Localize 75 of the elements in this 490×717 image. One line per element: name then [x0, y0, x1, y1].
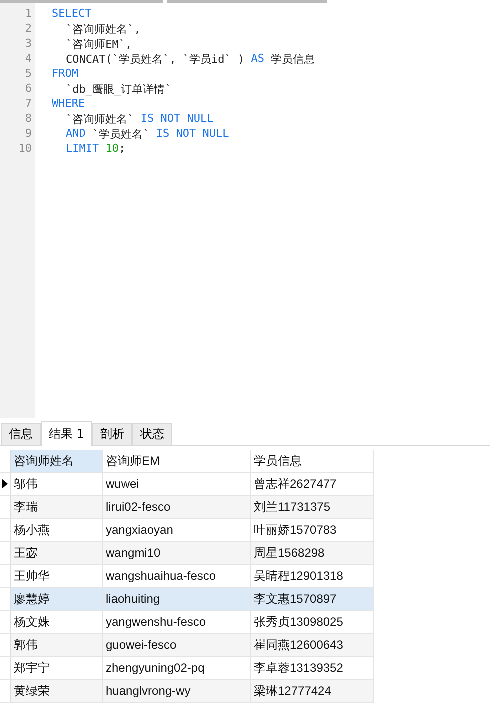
table-cell: 李文惠1570897	[251, 588, 374, 610]
line-number: 8	[24, 112, 33, 127]
line-number: 5	[24, 67, 33, 82]
table-cell: 郭伟	[11, 634, 103, 656]
table-cell: yangxiaoyan	[103, 519, 251, 541]
line-number: 2	[24, 22, 33, 37]
line-number: 7	[24, 97, 33, 112]
code-token: `咨询师姓名`,	[66, 22, 141, 37]
table-cell: 王帅华	[11, 565, 103, 587]
result-tab[interactable]: 剖析	[92, 423, 132, 445]
table-row[interactable]: 李瑞 lirui02-fesco 刘兰11731375	[0, 496, 374, 519]
result-tab[interactable]: 信息	[1, 423, 41, 445]
table-cell: 郑宇宁	[11, 657, 103, 679]
code-token: LIMIT	[66, 142, 100, 157]
table-row[interactable]: 廖慧婷 liaohuiting 李文惠1570897	[0, 588, 374, 611]
row-header[interactable]	[0, 473, 11, 495]
table-cell: zhengyuning02-pq	[103, 657, 251, 679]
table-cell: 梁琳12777424	[251, 680, 374, 702]
code-token: CONCAT(`学员姓名`, `学员id` )	[66, 52, 246, 67]
code-token: ;	[119, 142, 126, 157]
table-cell: 刘兰11731375	[251, 496, 374, 518]
line-number: 1	[24, 7, 33, 22]
result-tab[interactable]: 状态	[132, 423, 172, 445]
line-number: 3	[24, 37, 33, 52]
code-token: AND	[66, 127, 86, 142]
code-token: SELECT	[52, 7, 92, 22]
table-cell: lirui02-fesco	[103, 496, 251, 518]
column-header[interactable]: 咨询师姓名	[11, 450, 103, 472]
code-token: IS NOT NULL	[156, 127, 230, 142]
code-token: 学员信息	[270, 52, 316, 67]
table-cell: 李卓蓉13139352	[251, 657, 374, 679]
table-row[interactable]: 王宓 wangmi10 周星1568298	[0, 542, 374, 565]
line-number: 6	[24, 82, 33, 97]
result-tab[interactable]: 结果 1	[41, 421, 92, 446]
table-row[interactable]: 王帅华 wangshuaihua-fesco 吴睛程12901318	[0, 565, 374, 588]
table-cell: 廖慧婷	[11, 588, 103, 610]
table-cell: 杨文姝	[11, 611, 103, 633]
table-cell: guowei-fesco	[103, 634, 251, 656]
table-cell: 邬伟	[11, 473, 103, 495]
table-cell: 曾志祥2627477	[251, 473, 374, 495]
table-cell: yangwenshu-fesco	[103, 611, 251, 633]
table-row[interactable]: 杨小燕 yangxiaoyan 叶丽娇1570783	[0, 519, 374, 542]
code-token: `db_鹰眼_订单详情`	[66, 82, 172, 97]
code-token: IS NOT NULL	[140, 112, 214, 127]
code-token: FROM	[52, 67, 78, 82]
table-row[interactable]: 郭伟 guowei-fesco 崔同燕12600643	[0, 634, 374, 657]
table-cell: 李瑞	[11, 496, 103, 518]
code-token: WHERE	[52, 97, 86, 112]
table-cell: wangmi10	[103, 542, 251, 564]
table-cell: 杨小燕	[11, 519, 103, 541]
line-number: 10	[18, 142, 33, 157]
line-number: 9	[24, 127, 33, 142]
code-token: AS	[251, 52, 264, 67]
column-header[interactable]: 学员信息	[251, 450, 374, 472]
table-row[interactable]: 黄绿荣 huanglvrong-wy 梁琳12777424	[0, 680, 374, 703]
current-row-icon	[2, 479, 8, 489]
table-row[interactable]: 郑宇宁 zhengyuning02-pq 李卓蓉13139352	[0, 657, 374, 680]
table-cell: 崔同燕12600643	[251, 634, 374, 656]
table-cell: 张秀贞13098025	[251, 611, 374, 633]
code-token: `咨询师姓名`	[66, 112, 136, 127]
table-cell: 叶丽娇1570783	[251, 519, 374, 541]
line-number: 4	[24, 52, 33, 67]
table-cell: 黄绿荣	[11, 680, 103, 702]
code-token: `学员姓名`	[91, 127, 151, 142]
table-cell: wuwei	[103, 473, 251, 495]
table-cell: wangshuaihua-fesco	[103, 565, 251, 587]
table-row[interactable]: 杨文姝 yangwenshu-fesco 张秀贞13098025	[0, 611, 374, 634]
code-token: 10	[106, 142, 119, 157]
table-cell: 吴睛程12901318	[251, 565, 374, 587]
table-row[interactable]: 邬伟 wuwei 曾志祥2627477	[0, 473, 374, 496]
code-token: `咨询师EM`,	[66, 37, 132, 52]
table-cell: huanglvrong-wy	[103, 680, 251, 702]
table-cell: liaohuiting	[103, 588, 251, 610]
table-cell: 周星1568298	[251, 542, 374, 564]
table-cell: 王宓	[11, 542, 103, 564]
